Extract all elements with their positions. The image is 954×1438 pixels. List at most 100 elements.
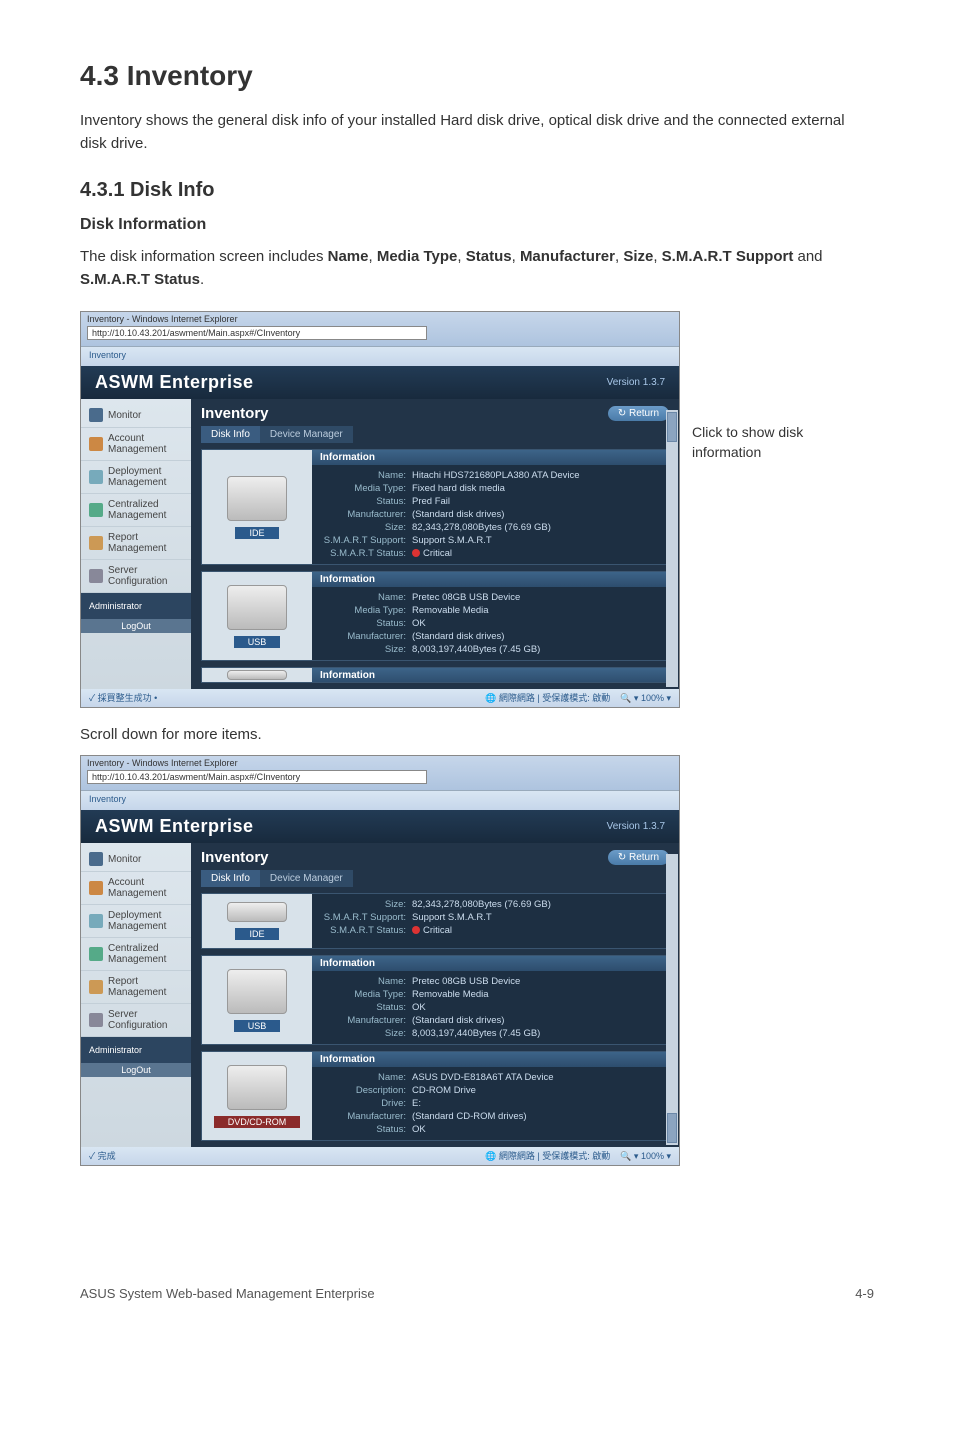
val-desc: CD-ROM Drive [412, 1085, 660, 1096]
sidebar-label: Monitor [108, 410, 141, 421]
ie-status-bar: ✓ 採買整生成功 • 🌐 網際網路 | 受保護模式: 啟動 🔍 ▾ 100% ▾ [81, 689, 679, 707]
scroll-thumb[interactable] [667, 412, 677, 442]
label-size: Size: [320, 644, 412, 655]
sidebar-centralized[interactable]: Centralized Management [81, 938, 191, 971]
status-right: 🌐 網際網路 | 受保護模式: 啟動 🔍 ▾ 100% ▾ [485, 691, 671, 705]
ie-tab[interactable]: Inventory [89, 794, 126, 804]
return-button[interactable]: ↻ Return [608, 850, 669, 865]
tab-device-manager[interactable]: Device Manager [260, 870, 353, 887]
usb-drive-icon [227, 969, 287, 1014]
hdd-icon [227, 902, 287, 922]
page-title: Inventory [201, 405, 269, 422]
and: and [793, 248, 822, 265]
sep: , [653, 248, 661, 265]
info-header: Information [312, 572, 668, 587]
val-media: Removable Media [412, 989, 660, 1000]
scrollbar[interactable] [666, 410, 678, 687]
disk-image [202, 668, 312, 682]
tab-disk-info[interactable]: Disk Info [201, 426, 260, 443]
disk-info-block-2[interactable]: USB Information Name:Pretec 08GB USB Dev… [201, 955, 669, 1045]
sidebar-label: Server Configuration [108, 565, 183, 587]
sidebar-account[interactable]: Account Management [81, 872, 191, 905]
label-manu: Manufacturer: [320, 1015, 412, 1026]
sidebar-monitor[interactable]: Monitor [81, 403, 191, 428]
ie-tab[interactable]: Inventory [89, 350, 126, 360]
disk-info-block-1-partial[interactable]: IDE Size:82,343,278,080Bytes (76.69 GB) … [201, 893, 669, 949]
sidebar-report[interactable]: Report Management [81, 971, 191, 1004]
return-label: Return [629, 852, 659, 863]
sidebar-deployment[interactable]: Deployment Management [81, 905, 191, 938]
disk-info-block-1[interactable]: IDE Information Name:Hitachi HDS721680PL… [201, 449, 669, 565]
val-size: 82,343,278,080Bytes (76.69 GB) [412, 899, 660, 910]
disk-info-block-3[interactable]: DVD/CD-ROM Information Name:ASUS DVD-E81… [201, 1051, 669, 1141]
val-media: Removable Media [412, 605, 660, 616]
bus-dvd-label: DVD/CD-ROM [214, 1116, 301, 1128]
tab-bar: Disk Info Device Manager [201, 870, 669, 887]
status-left: ✓ 採買整生成功 • [89, 691, 157, 705]
report-icon [89, 980, 103, 994]
status-mode: 網際網路 | 受保護模式: 啟動 [499, 1151, 610, 1161]
sidebar: Monitor Account Management Deployment Ma… [81, 399, 191, 689]
val-media: Fixed hard disk media [412, 483, 660, 494]
smart-stat-text: Critical [423, 548, 452, 559]
ie-title: Inventory - Windows Internet Explorer [87, 314, 673, 324]
sidebar-monitor[interactable]: Monitor [81, 847, 191, 872]
sidebar-server[interactable]: Server Configuration [81, 1004, 191, 1037]
ie-url[interactable]: http://10.10.43.201/aswment/Main.aspx#/C… [87, 770, 427, 784]
aswm-version: Version 1.3.7 [607, 821, 665, 832]
screenshot-1: Inventory - Windows Internet Explorer ht… [80, 311, 680, 708]
sidebar-label: Server Configuration [108, 1009, 183, 1031]
ie-status-bar: ✓ 完成🌐 網際網路 | 受保護模式: 啟動 🔍 ▾ 100% ▾ [81, 1147, 679, 1165]
desc-end: . [200, 271, 204, 288]
info-header: Information [312, 956, 668, 971]
sidebar-report[interactable]: Report Management [81, 527, 191, 560]
label-manu: Manufacturer: [320, 509, 412, 520]
ie-tab-bar: Inventory [81, 346, 679, 366]
zoom-level[interactable]: 100% [641, 693, 664, 703]
monitor-icon [89, 408, 103, 422]
sidebar-server[interactable]: Server Configuration [81, 560, 191, 593]
aswm-brand: ASWM Enterprise [95, 816, 254, 837]
tab-disk-info[interactable]: Disk Info [201, 870, 260, 887]
info-header: Information [312, 1052, 668, 1067]
label-smart-stat: S.M.A.R.T Status: [320, 548, 412, 559]
logout-button[interactable]: LogOut [81, 1063, 191, 1077]
disk-info-block-2[interactable]: USB Information Name:Pretec 08GB USB Dev… [201, 571, 669, 661]
sidebar-label: Report Management [108, 976, 183, 998]
val-smart-sup: Support S.M.A.R.T [412, 535, 660, 546]
sidebar: Monitor Account Management Deployment Ma… [81, 843, 191, 1147]
logout-button[interactable]: LogOut [81, 619, 191, 633]
centralized-icon [89, 947, 103, 961]
sidebar-label: Account Management [108, 877, 183, 899]
sidebar-account[interactable]: Account Management [81, 428, 191, 461]
tab-device-manager[interactable]: Device Manager [260, 426, 353, 443]
scrollbar[interactable] [666, 854, 678, 1145]
field-smart-stat: S.M.A.R.T Status [80, 271, 200, 288]
val-name: Pretec 08GB USB Device [412, 976, 660, 987]
label-size: Size: [320, 1028, 412, 1039]
content-area: Inventory ↻ Return Disk Info Device Mana… [191, 399, 679, 689]
bus-usb-label: USB [234, 636, 281, 648]
field-status: Status [466, 248, 512, 265]
status-left: ✓ 完成 [89, 1149, 116, 1163]
sidebar-centralized[interactable]: Centralized Management [81, 494, 191, 527]
return-button[interactable]: ↻ Return [608, 406, 669, 421]
account-icon [89, 881, 103, 895]
ie-url[interactable]: http://10.10.43.201/aswment/Main.aspx#/C… [87, 326, 427, 340]
field-media: Media Type [377, 248, 458, 265]
disk-info-block-3-partial[interactable]: Information [201, 667, 669, 683]
label-status: Status: [320, 1002, 412, 1013]
val-size: 82,343,278,080Bytes (76.69 GB) [412, 522, 660, 533]
hdd-icon [227, 476, 287, 521]
zoom-level[interactable]: 100% [641, 1151, 664, 1161]
sidebar-admin: Administrator [81, 1037, 191, 1063]
label-name: Name: [320, 470, 412, 481]
scroll-note: Scroll down for more items. [80, 726, 874, 743]
val-manu: (Standard CD-ROM drives) [412, 1111, 660, 1122]
scroll-thumb[interactable] [667, 1113, 677, 1143]
sidebar-label: Report Management [108, 532, 183, 554]
sidebar-deployment[interactable]: Deployment Management [81, 461, 191, 494]
val-manu: (Standard disk drives) [412, 631, 660, 642]
heading-4-3: 4.3 Inventory [80, 60, 874, 92]
ie-titlebar: Inventory - Windows Internet Explorer ht… [81, 756, 679, 790]
